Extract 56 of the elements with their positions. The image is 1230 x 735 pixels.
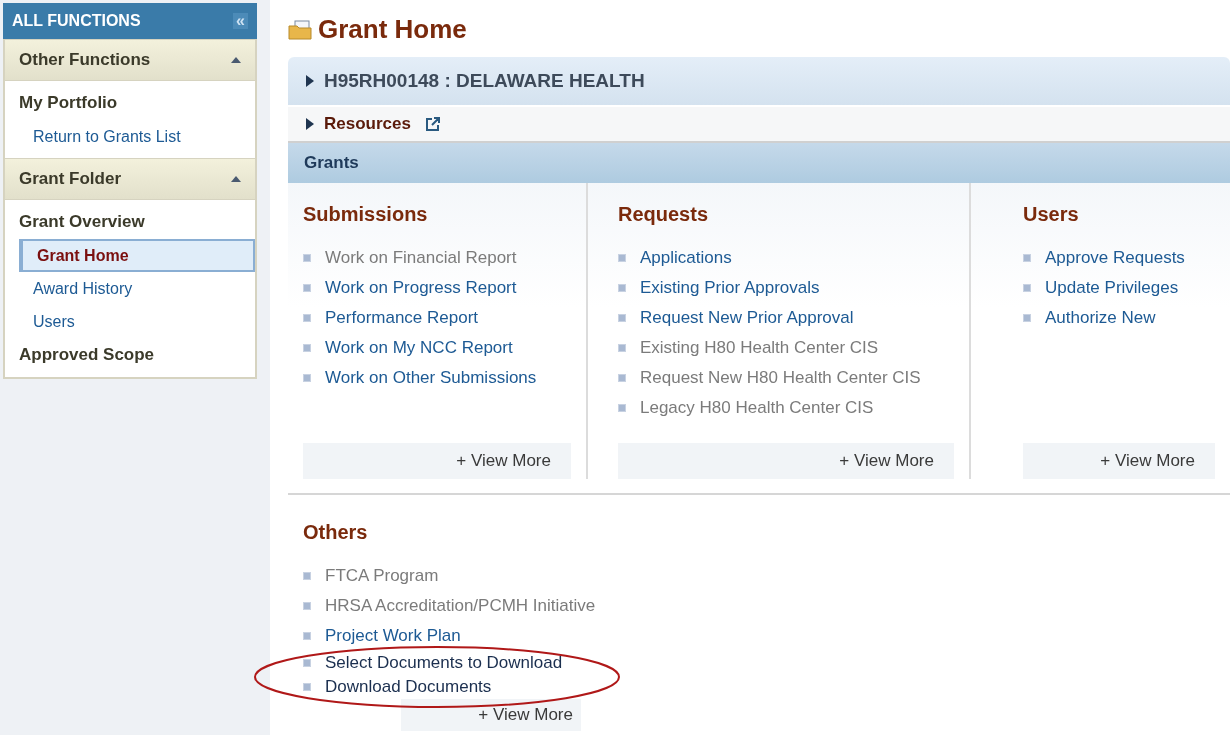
function-link[interactable]: Authorize New bbox=[1045, 305, 1156, 331]
grants-header: Grants bbox=[288, 141, 1230, 183]
function-link[interactable]: Performance Report bbox=[325, 305, 479, 331]
bullet-icon bbox=[303, 314, 311, 322]
function-link[interactable]: Request New Prior Approval bbox=[640, 305, 854, 331]
column-title: Users bbox=[1023, 202, 1080, 227]
resources-link[interactable]: Resources bbox=[324, 111, 411, 137]
column-title: Submissions bbox=[303, 202, 429, 227]
bullet-icon bbox=[303, 632, 311, 640]
section-title: Others bbox=[303, 520, 369, 545]
function-link[interactable]: Work on My NCC Report bbox=[325, 335, 513, 361]
section-header[interactable]: Other Functions bbox=[5, 39, 255, 81]
sidebar-link[interactable]: Users bbox=[19, 305, 255, 338]
page-title: Grant Home bbox=[318, 13, 467, 46]
function-link[interactable]: Project Work Plan bbox=[325, 623, 461, 649]
sidebar-title: ALL FUNCTIONS bbox=[12, 11, 141, 31]
bullet-icon bbox=[303, 284, 311, 292]
bullet-icon bbox=[618, 254, 626, 262]
bullet-icon bbox=[1023, 254, 1031, 262]
bullet-icon bbox=[303, 683, 311, 691]
bullet-icon bbox=[303, 659, 311, 667]
bullet-icon bbox=[303, 254, 311, 262]
bullet-icon bbox=[303, 602, 311, 610]
sidebar-link[interactable]: Return to Grants List bbox=[19, 120, 255, 153]
sidebar-heading[interactable]: My Portfolio bbox=[5, 86, 255, 120]
bullet-icon bbox=[618, 314, 626, 322]
sidebar-heading[interactable]: Grant Overview bbox=[5, 205, 255, 239]
bullet-icon bbox=[618, 284, 626, 292]
section-header[interactable]: Grant Folder bbox=[5, 158, 255, 200]
view-more-link[interactable]: + View More bbox=[618, 443, 954, 479]
function-link[interactable]: Work on Other Submissions bbox=[325, 365, 537, 391]
function-link[interactable]: Work on Progress Report bbox=[325, 275, 517, 301]
function-link[interactable]: Update Privileges bbox=[1045, 275, 1179, 301]
bullet-icon bbox=[303, 374, 311, 382]
function-link[interactable]: Approve Requests bbox=[1045, 245, 1185, 271]
bullet-icon bbox=[1023, 314, 1031, 322]
sidebar-heading[interactable]: Approved Scope bbox=[5, 338, 255, 372]
sidebar-link[interactable]: Award History bbox=[19, 272, 255, 305]
bullet-icon bbox=[618, 404, 626, 412]
folder-icon bbox=[288, 19, 314, 40]
bullet-icon bbox=[1023, 284, 1031, 292]
external-link-icon bbox=[424, 116, 441, 132]
bullet-icon bbox=[618, 374, 626, 382]
function-link[interactable]: Select Documents to Download bbox=[325, 650, 563, 676]
bullet-icon bbox=[303, 344, 311, 352]
view-more-link[interactable]: + View More bbox=[303, 443, 571, 479]
function-link[interactable]: Applications bbox=[640, 245, 732, 271]
function-link[interactable]: Download Documents bbox=[325, 674, 492, 700]
sidebar-link[interactable]: Grant Home bbox=[19, 239, 255, 272]
column-title: Requests bbox=[618, 202, 710, 227]
bullet-icon bbox=[618, 344, 626, 352]
view-more-link[interactable]: + View More bbox=[401, 699, 581, 731]
bullet-icon bbox=[303, 572, 311, 580]
grant-bar[interactable]: H95RH00148 : DELAWARE HEALTH bbox=[288, 57, 1230, 105]
function-link[interactable]: Existing Prior Approvals bbox=[640, 275, 820, 301]
view-more-link[interactable]: + View More bbox=[1023, 443, 1215, 479]
